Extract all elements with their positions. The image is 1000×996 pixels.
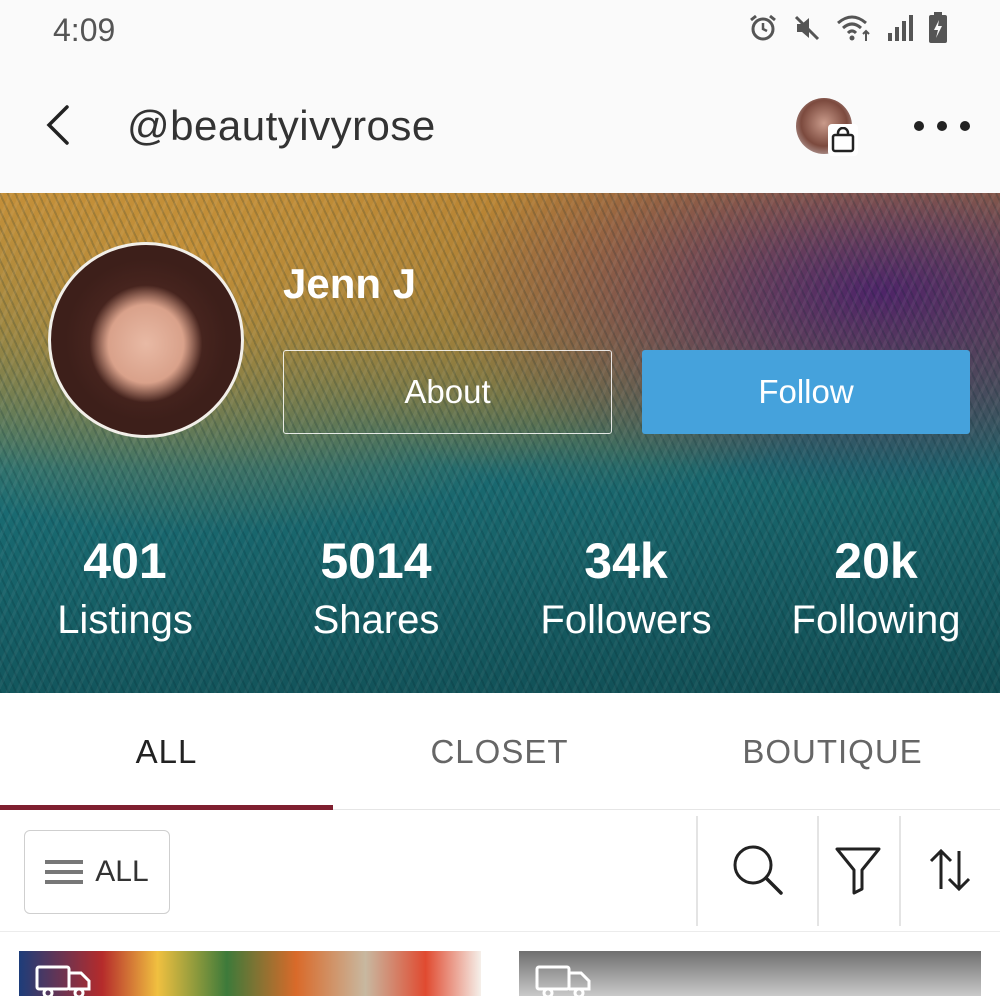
tab-closet[interactable]: CLOSET	[333, 693, 666, 810]
stat-value: 20k	[834, 533, 918, 589]
listing-card[interactable]	[519, 951, 981, 996]
filter-button[interactable]	[826, 838, 890, 902]
category-filter-button[interactable]: ALL	[24, 830, 170, 914]
about-button[interactable]: About	[283, 350, 612, 434]
status-bar: 4:09	[0, 0, 1000, 62]
toolbar-divider	[696, 816, 698, 926]
follow-button[interactable]: Follow	[642, 350, 970, 434]
signal-icon	[888, 15, 913, 41]
more-dot	[960, 121, 970, 131]
shopping-bag-icon	[831, 127, 855, 153]
alarm-icon	[750, 14, 776, 41]
more-options-icon[interactable]	[914, 114, 970, 138]
shipping-truck-icon	[535, 965, 591, 996]
cover-photo: Jenn J About Follow 401 Listings 5014 Sh…	[0, 193, 1000, 693]
stat-label: Shares	[312, 598, 440, 642]
toolbar-divider	[899, 816, 901, 926]
stat-shares[interactable]: 5014 Shares	[256, 530, 496, 648]
wifi-icon	[837, 15, 870, 41]
profile-picture[interactable]	[48, 242, 244, 438]
back-button[interactable]	[38, 100, 78, 150]
more-dot	[914, 121, 924, 131]
sort-icon	[929, 848, 971, 892]
more-dot	[937, 121, 947, 131]
listing-toolbar: ALL	[0, 810, 1000, 932]
stat-label: Listings	[57, 598, 193, 642]
battery-charging-icon	[929, 12, 947, 43]
listing-card[interactable]	[19, 951, 481, 996]
stat-followers[interactable]: 34k Followers	[506, 530, 746, 648]
stat-listings[interactable]: 401 Listings	[5, 530, 245, 648]
tab-boutique[interactable]: BOUTIQUE	[666, 693, 999, 810]
toolbar-divider	[817, 816, 819, 926]
status-icons	[748, 12, 948, 44]
menu-icon	[45, 860, 84, 884]
stat-value: 5014	[320, 533, 432, 589]
search-button[interactable]	[726, 838, 790, 902]
tab-all[interactable]: ALL	[0, 693, 333, 810]
category-filter-label: ALL	[95, 855, 149, 888]
shipping-truck-icon	[35, 965, 91, 996]
stat-value: 34k	[584, 533, 668, 589]
username-handle: @beautyivyrose	[127, 102, 436, 149]
status-time: 4:09	[53, 12, 116, 48]
profile-header: @beautyivyrose	[0, 62, 1000, 193]
sort-button[interactable]	[918, 838, 982, 902]
back-arrow-icon	[46, 105, 69, 145]
stat-label: Followers	[540, 598, 712, 642]
stat-value: 401	[83, 533, 167, 589]
profile-name: Jenn J	[283, 260, 417, 307]
shopping-bag-badge[interactable]	[828, 124, 858, 156]
stat-following[interactable]: 20k Following	[756, 530, 996, 648]
closet-tabs: ALL CLOSET BOUTIQUE	[0, 693, 1000, 810]
filter-funnel-icon	[835, 847, 881, 895]
search-icon	[733, 845, 783, 895]
mute-icon	[794, 15, 820, 41]
stat-label: Following	[791, 598, 961, 642]
